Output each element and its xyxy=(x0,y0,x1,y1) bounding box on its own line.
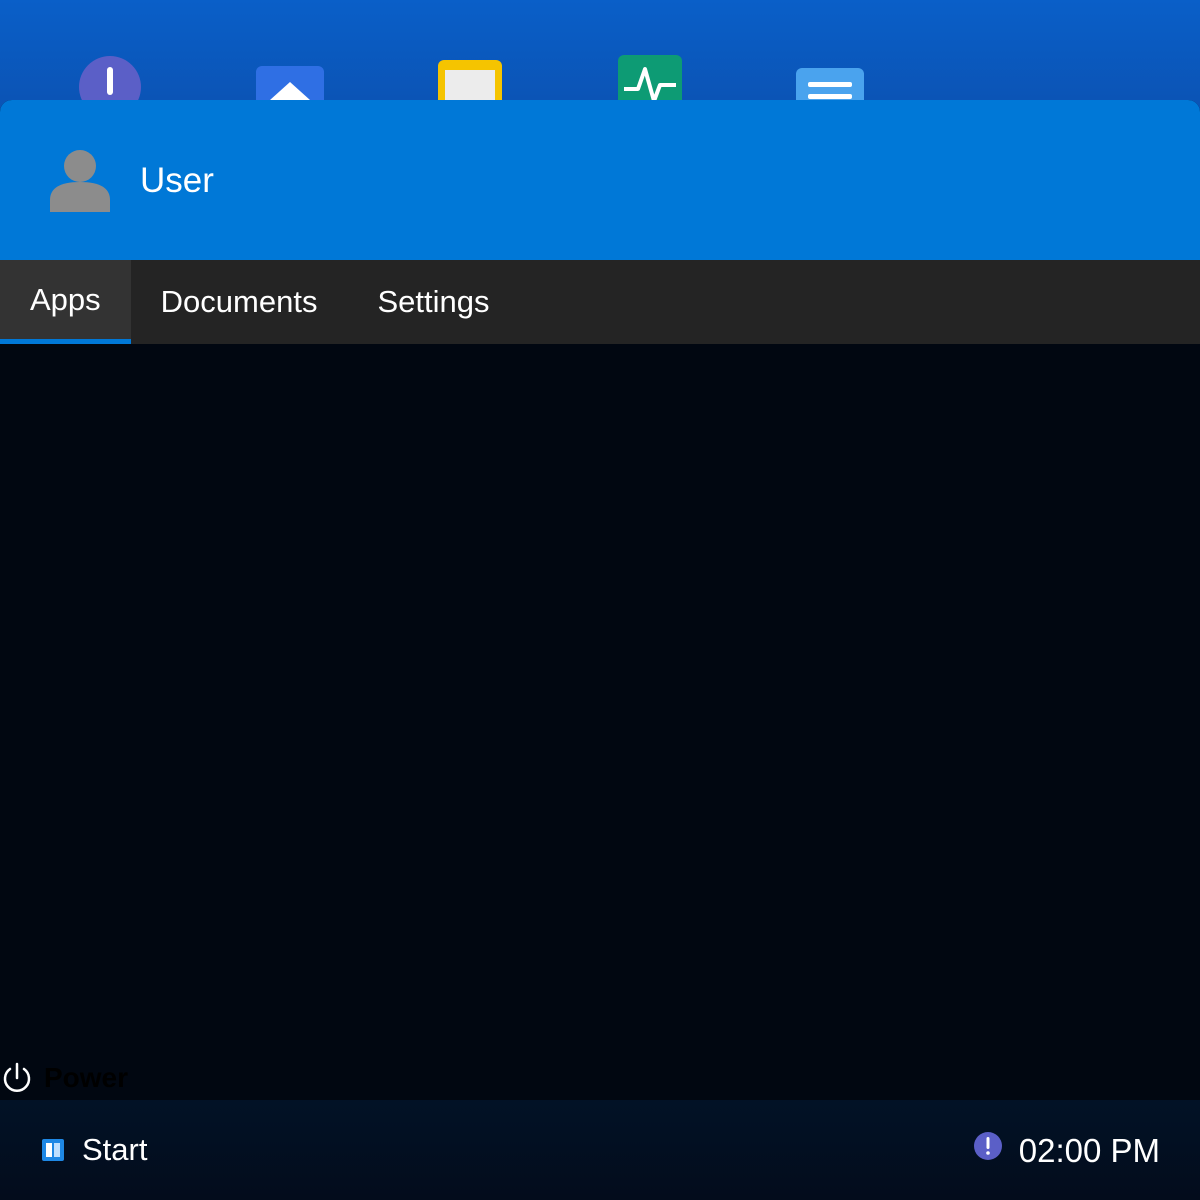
start-label: Start xyxy=(82,1132,148,1167)
tab-settings[interactable]: Settings xyxy=(347,260,519,344)
tab-apps[interactable]: Apps xyxy=(0,260,131,344)
notification-alert-icon[interactable] xyxy=(973,1131,1003,1161)
start-menu: User Apps Documents Settings Power xyxy=(0,100,1200,1100)
user-avatar-icon[interactable] xyxy=(48,148,112,212)
user-name[interactable]: User xyxy=(140,160,214,202)
start-menu-header: User xyxy=(0,100,1200,260)
power-icon xyxy=(3,1062,31,1092)
taskbar-clock[interactable]: 02:00 PM xyxy=(1019,1130,1160,1172)
tab-documents[interactable]: Documents xyxy=(131,260,348,344)
start-menu-tabs: Apps Documents Settings xyxy=(0,260,1200,344)
start-button[interactable]: Start xyxy=(38,1128,147,1172)
power-label: Power xyxy=(44,1062,129,1093)
start-logo-icon xyxy=(42,1139,64,1161)
power-button[interactable]: Power xyxy=(0,1060,128,1096)
apps-panel xyxy=(0,344,1200,1100)
